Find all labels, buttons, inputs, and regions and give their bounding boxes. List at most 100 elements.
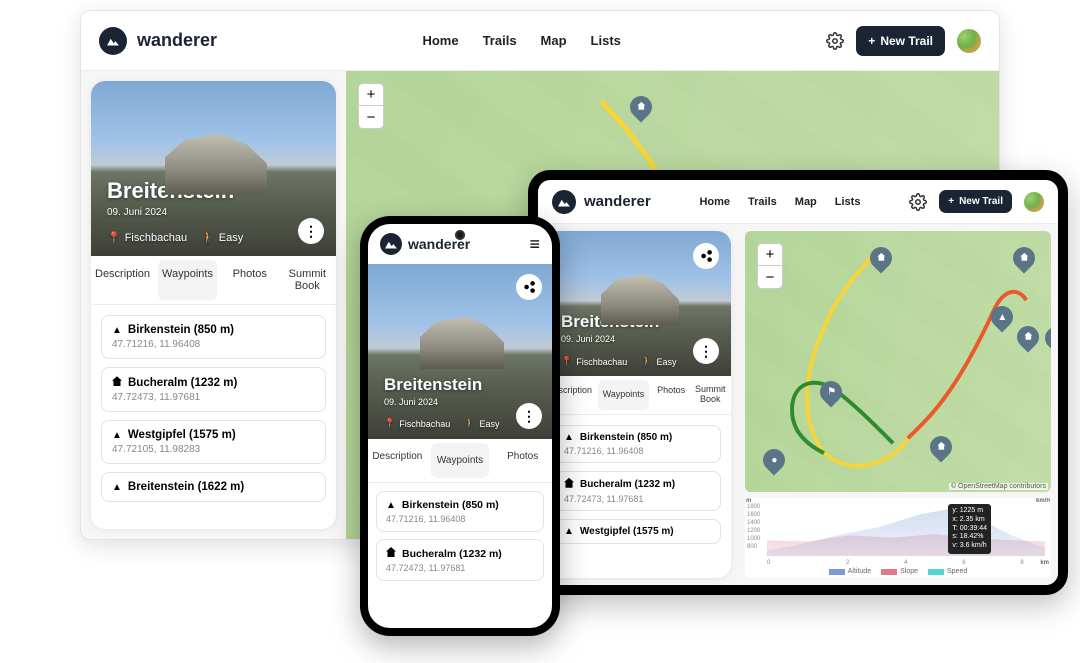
nav-trails[interactable]: Trails	[483, 33, 517, 48]
tab-photos[interactable]: Photos	[493, 439, 552, 482]
zoom-in-button[interactable]: +	[758, 244, 782, 266]
trail-hero-image: Breitenstein 09. Juni 2024 📍Fischbachau …	[368, 264, 552, 439]
waypoint-name: Birkenstein (850 m)	[402, 499, 499, 511]
tab-description[interactable]: Description	[368, 439, 427, 482]
waypoint-item[interactable]: Breitenstein (1622 m)	[101, 472, 326, 502]
chart-tooltip: y: 1225 m x: 2.35 km T: 00:39:44 s: 18.4…	[948, 504, 991, 554]
waypoint-item[interactable]: Birkenstein (850 m) 47.71216, 11.96408	[376, 491, 544, 532]
waypoint-name: Westgipfel (1575 m)	[580, 526, 674, 537]
nav-map[interactable]: Map	[795, 196, 817, 208]
menu-icon[interactable]	[529, 234, 540, 255]
map-pin[interactable]	[1012, 321, 1043, 352]
trail-difficulty: Easy	[656, 357, 676, 367]
tablet-frame: wanderer Home Trails Map Lists + New Tra…	[528, 170, 1068, 595]
trail-location: Fischbachau	[125, 232, 187, 244]
avatar[interactable]	[1024, 192, 1044, 212]
tablet-left-panel: Breitenstein 09. Juni 2024 📍Fischbachau …	[538, 224, 738, 585]
tab-description[interactable]: Description	[91, 256, 154, 304]
desktop-header: wanderer Home Trails Map Lists + New Tra…	[81, 11, 999, 71]
waypoint-item[interactable]: Westgipfel (1575 m)	[555, 519, 721, 544]
trail-meta: 📍Fischbachau 🚶Easy	[561, 356, 676, 367]
point-pin-icon	[771, 455, 777, 466]
share-button[interactable]	[693, 243, 719, 269]
chart-legend: Altitude Slope Speed	[745, 568, 1051, 575]
chart-xtick: 6	[962, 560, 965, 566]
trail-date: 09. Juni 2024	[384, 397, 438, 407]
share-button[interactable]	[516, 274, 542, 300]
tab-photos[interactable]: Photos	[221, 256, 279, 304]
hiker-icon: 🚶	[201, 231, 215, 244]
new-trail-button[interactable]: + New Trail	[856, 26, 945, 56]
trail-tabs: Description Waypoints Photos	[368, 439, 552, 483]
waypoint-item[interactable]: Bucheralm (1232 m) 47.72473, 11.97681	[376, 539, 544, 581]
trail-location: Fischbachau	[576, 357, 627, 367]
tablet-nav: Home Trails Map Lists	[699, 196, 860, 208]
nav-home[interactable]: Home	[699, 196, 730, 208]
gear-icon[interactable]	[909, 193, 927, 211]
tab-waypoints[interactable]: Waypoints	[598, 380, 649, 410]
trail-card: Breitenstein 09. Juni 2024 📍Fischbachau …	[91, 81, 336, 529]
zoom-out-button[interactable]: −	[359, 106, 383, 128]
map-pin[interactable]	[865, 242, 896, 273]
nav-trails[interactable]: Trails	[748, 196, 777, 208]
waypoint-name: Bucheralm (1232 m)	[580, 479, 675, 490]
waypoint-item[interactable]: Bucheralm (1232 m) 47.72473, 11.97681	[101, 367, 326, 412]
waypoint-coords: 47.71216, 11.96408	[564, 446, 712, 456]
new-trail-button[interactable]: + New Trail	[939, 190, 1012, 213]
tab-waypoints[interactable]: Waypoints	[158, 260, 217, 300]
nav-lists[interactable]: Lists	[835, 196, 861, 208]
tab-summit-book[interactable]: Summit Book	[279, 256, 337, 304]
legend-slope: Slope	[900, 568, 918, 575]
waypoint-name: Breitenstein (1622 m)	[128, 481, 244, 493]
nav-lists[interactable]: Lists	[591, 33, 621, 48]
map-pin[interactable]	[986, 301, 1017, 332]
zoom-out-button[interactable]: −	[758, 266, 782, 288]
chart-ytick: 1600	[747, 512, 760, 518]
tab-summit-book[interactable]: Summit Book	[690, 376, 731, 414]
trail-difficulty: Easy	[479, 419, 499, 429]
waypoint-coords: 47.71216, 11.96408	[386, 514, 534, 524]
waypoint-item[interactable]: Westgipfel (1575 m) 47.72105, 11.98283	[101, 420, 326, 464]
waypoint-item[interactable]: Birkenstein (850 m) 47.71216, 11.96408	[555, 425, 721, 463]
tab-waypoints[interactable]: Waypoints	[431, 443, 490, 478]
map-pin[interactable]	[758, 444, 789, 475]
more-button[interactable]	[298, 218, 324, 244]
home-icon	[564, 478, 574, 491]
tablet-header: wanderer Home Trails Map Lists + New Tra…	[538, 180, 1058, 224]
peak-icon	[564, 432, 574, 443]
nav-map[interactable]: Map	[541, 33, 567, 48]
tablet-body: Breitenstein 09. Juni 2024 📍Fischbachau …	[538, 224, 1058, 585]
home-pin-icon	[877, 253, 885, 264]
phone-frame: wanderer Breitenstein 09. Juni 2024 📍Fis…	[360, 216, 560, 636]
elevation-chart[interactable]: m km/h 1800 1600 1400 1200 1000 800 y: 1…	[745, 498, 1051, 578]
nav-home[interactable]: Home	[422, 33, 458, 48]
waypoint-name: Bucheralm (1232 m)	[128, 377, 237, 389]
app-brand: wanderer	[584, 193, 651, 210]
peak-icon	[112, 324, 122, 336]
map-pin[interactable]	[625, 91, 656, 122]
waypoint-item[interactable]: Bucheralm (1232 m) 47.72473, 11.97681	[555, 471, 721, 511]
map-pin[interactable]	[815, 376, 846, 407]
peak-icon	[386, 499, 396, 511]
chart-altitude-area	[767, 504, 1045, 556]
trail-date: 09. Juni 2024	[107, 207, 167, 218]
more-button[interactable]	[693, 338, 719, 364]
legend-swatch-altitude	[829, 569, 845, 575]
avatar[interactable]	[957, 29, 981, 53]
map-pin[interactable]	[925, 431, 956, 462]
map-pin[interactable]	[1040, 322, 1051, 353]
chart-xtick: 0	[767, 560, 770, 566]
peak-icon	[564, 526, 574, 537]
new-trail-label: New Trail	[880, 34, 933, 48]
pin-icon: 📍	[107, 231, 121, 244]
tab-photos[interactable]: Photos	[653, 376, 690, 414]
tablet-map[interactable]: + − © OpenStreetMap contributors	[745, 231, 1051, 492]
trail-hero-image: Breitenstein 09. Juni 2024 📍Fischbachau …	[545, 231, 731, 376]
zoom-in-button[interactable]: +	[359, 84, 383, 106]
waypoint-coords: 47.72473, 11.97681	[386, 563, 534, 573]
gear-icon[interactable]	[826, 32, 844, 50]
waypoint-name: Westgipfel (1575 m)	[128, 429, 236, 441]
waypoint-item[interactable]: Birkenstein (850 m) 47.71216, 11.96408	[101, 315, 326, 359]
more-button[interactable]	[516, 403, 542, 429]
map-pin[interactable]	[1008, 242, 1039, 273]
